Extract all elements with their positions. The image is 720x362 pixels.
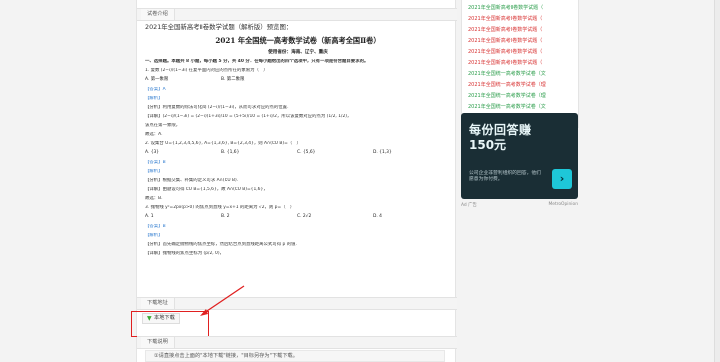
analysis-3: 【分析】首先确定抛物线的焦点坐标，然后结合点到直线距离公式可得 p 的值. — [145, 242, 297, 247]
sidebar: 2021年全国新高考Ⅱ卷数学试题（ 2021年全国新高考Ⅰ卷数学试题（ 2021年全… — [461, 0, 579, 208]
page-scrollbar[interactable] — [714, 0, 720, 362]
option-c: C. 2√2 — [297, 214, 312, 219]
sidebar-link[interactable]: 2021年全国统一高考数学试卷（文 — [468, 102, 572, 113]
detail-2: 【详解】由题设可得 ∁U B={1,5,6}，故 A∩(∁U B)={1,6}， — [145, 187, 268, 192]
sidebar-link[interactable]: 2021年全国统一高考数学试卷（理 — [468, 91, 572, 102]
analysis-1: 【分析】利用复数的除法可化简 (2−i)/(1−3i)，从而可求对应的点的位置. — [145, 105, 289, 110]
intro-section-header: 试卷介绍 — [137, 8, 457, 21]
download-icon: ▼ — [147, 314, 152, 322]
sidebar-link[interactable]: 2021年全国新高考Ⅱ卷数学试题（ — [468, 3, 572, 14]
choose-1: 故选：A. — [145, 132, 163, 137]
option-b: B. 第二象限 — [221, 77, 245, 82]
question-2-options: A. {3} B. {1,6} C. {5,6} D. {1,3} — [145, 150, 451, 156]
ad-banner[interactable]: 每份回答赚 150元 公司企业非营利组织的回答，他们愿意为你付费。 › — [461, 113, 578, 199]
related-links: 2021年全国新高考Ⅱ卷数学试题（ 2021年全国新高考Ⅰ卷数学试题（ 2021年全… — [461, 0, 579, 128]
paper-title: 2021 年全国统一高考数学试卷（新高考全国Ⅱ卷） — [215, 36, 381, 45]
ad-title: 每份回答赚 — [469, 123, 532, 137]
sidebar-link[interactable]: 2021年全国新高考Ⅰ卷数学试题（ — [468, 58, 572, 69]
answer-2: 【答案】B — [145, 160, 166, 165]
chevron-right-icon[interactable]: › — [552, 169, 572, 189]
question-3-options: A. 1 B. 2 C. 2√2 D. 4 — [145, 214, 451, 220]
sidebar-link[interactable]: 2021年全国新高考Ⅰ卷数学试题（ — [468, 14, 572, 25]
sidebar-link[interactable]: 2021年全国新高考Ⅰ卷数学试题（ — [468, 36, 572, 47]
detail-1: 【详解】(2−i)/(1−3i) = (2−i)(1+3i)/10 = (5+5… — [145, 114, 352, 119]
analysis-tag-3: 【解析】 — [145, 233, 163, 238]
sidebar-link[interactable]: 2021年全国新高考Ⅰ卷数学试题（ — [468, 47, 572, 58]
question-1: 1. 复数 (2−i)/(1−3i) 在复平面内对应的点所在的象限为（ ） — [145, 68, 268, 73]
question-1-options: A. 第一象限 B. 第二象限 — [145, 77, 451, 83]
question-3: 3. 抛物线 y²=2px(p>0) 的焦点到直线 y=x+1 的距离为 √2，… — [145, 205, 295, 210]
analysis-tag-1: 【解析】 — [145, 96, 163, 101]
option-a: A. {3} — [145, 150, 160, 155]
choose-2: 故选：B. — [145, 196, 163, 201]
option-a: A. 第一象限 — [145, 77, 169, 82]
section-instructions: 一、选择题。本题共 8 小题，每小题 5 分，共 40 分．在每小题给出的四个选… — [145, 59, 369, 64]
notes-section-header: 下载说明 — [137, 336, 457, 349]
sidebar-link[interactable]: 2021年全国统一高考数学试卷（文 — [468, 69, 572, 80]
local-download-button[interactable]: ▼ 本地下载 — [142, 313, 180, 324]
detail-3: 【详解】抛物线的焦点坐标为 (p/2, 0)， — [145, 251, 224, 256]
answer-3: 【答案】B — [145, 224, 166, 229]
document-preview: 2021年全国新高考Ⅱ卷数学试题（解析版）预览图： 2021 年全国统一高考数学… — [145, 22, 451, 260]
option-c: C. {5,6} — [297, 150, 316, 155]
notes-tab: 下载说明 — [141, 337, 175, 348]
option-b: B. {1,6} — [221, 150, 240, 155]
main-content: 试卷介绍 2021年全国新高考Ⅱ卷数学试题（解析版）预览图： 2021 年全国统… — [131, 0, 457, 362]
detail-1b: 该点在第一象限， — [145, 123, 181, 128]
download-note: ①请直接点击上面的"本地下载"链接，"目标另存为"下载下载。 — [145, 350, 445, 362]
ad-description: 公司企业非营利组织的回答，他们愿意为你付费。 — [469, 171, 541, 183]
sidebar-link[interactable]: 2021年全国统一高考数学试卷（理 — [468, 80, 572, 91]
ad-label: Ad 广告 — [461, 203, 477, 208]
option-b: B. 2 — [221, 214, 230, 219]
ad-amount: 150元 — [469, 138, 507, 152]
analysis-tag-2: 【解析】 — [145, 169, 163, 174]
sidebar-link[interactable]: 2021年全国新高考Ⅰ卷数学试题（ — [468, 25, 572, 36]
answer-1: 【答案】A — [145, 87, 166, 92]
ad-brand[interactable]: MetroOpinion — [548, 202, 578, 207]
analysis-2: 【分析】根据交集、补集的定义可求 A∩(∁U B). — [145, 178, 239, 183]
option-d: D. 4 — [373, 214, 382, 219]
local-download-label: 本地下载 — [154, 315, 175, 321]
question-2: 2. 设集合 U={1,2,3,4,5,6}, A={1,3,6}, B={2,… — [145, 141, 301, 146]
option-a: A. 1 — [145, 214, 154, 219]
option-d: D. {1,3} — [373, 150, 392, 155]
preview-heading: 2021年全国新高考Ⅱ卷数学试题（解析版）预览图： — [145, 23, 293, 31]
download-area: ▼ 本地下载 — [131, 305, 457, 338]
paper-subtitle: 使用省份：海南、辽宁、重庆 — [268, 50, 328, 55]
intro-tab: 试卷介绍 — [141, 9, 175, 20]
